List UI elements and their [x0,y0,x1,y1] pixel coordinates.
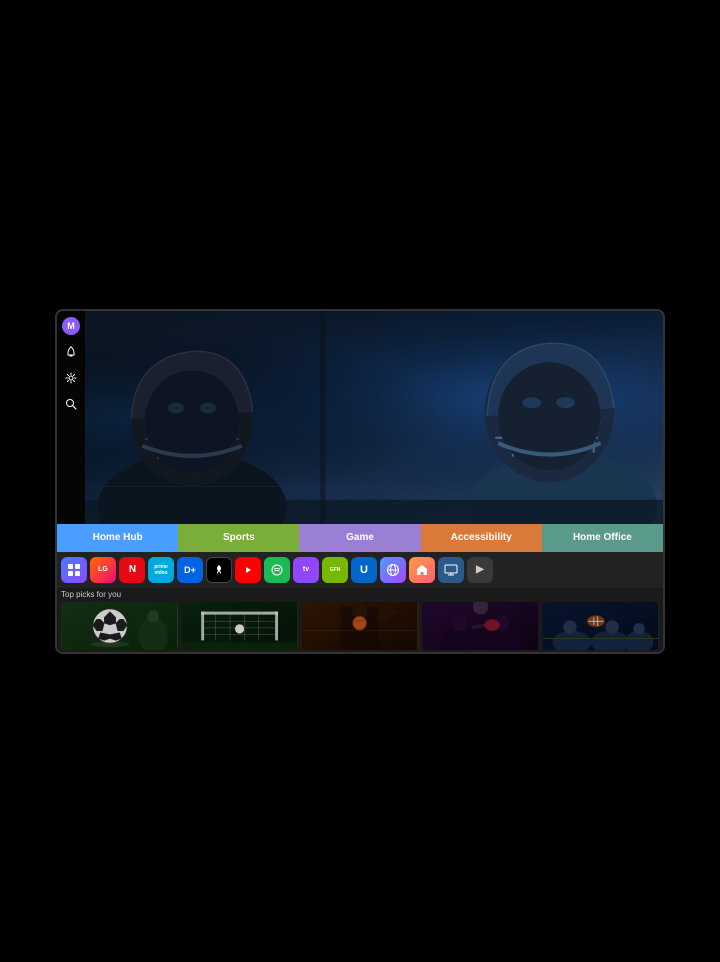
sidebar: M [57,311,85,524]
avatar[interactable]: M [62,317,80,335]
app-all-apps[interactable] [61,557,87,583]
app-lg-channels[interactable]: LG [90,557,116,583]
app-spotify[interactable] [264,557,290,583]
tab-game[interactable]: Game [299,524,420,552]
apps-row: LG N primevideo D+ [57,552,663,588]
pick-item-3[interactable] [301,602,418,650]
pick-item-1[interactable] [61,602,178,650]
app-disney-plus[interactable]: D+ [177,557,203,583]
picks-row [61,602,659,650]
pick-item-4[interactable] [422,602,539,650]
app-apple-tv[interactable] [206,557,232,583]
app-twitch[interactable]: tv [293,557,319,583]
tab-accessibility[interactable]: Accessibility [421,524,542,552]
app-web-browser[interactable] [380,557,406,583]
app-geforce-now[interactable]: GFN [322,557,348,583]
bell-icon[interactable] [62,343,80,361]
app-netflix[interactable]: N [119,557,145,583]
settings-icon[interactable] [62,369,80,387]
app-youtube[interactable] [235,557,261,583]
tab-home-office[interactable]: Home Office [542,524,663,552]
picks-section: Top picks for you [57,588,663,652]
search-icon[interactable] [62,395,80,413]
app-u-next[interactable]: U [351,557,377,583]
tv-screen: M [55,309,665,654]
app-more[interactable]: ▶ [467,557,493,583]
nav-tabs: Home Hub Sports Game Accessibility Home … [57,524,663,552]
picks-label: Top picks for you [61,590,659,599]
pick-item-5[interactable] [542,602,659,650]
hero-banner [85,311,663,524]
tab-sports[interactable]: Sports [178,524,299,552]
pick-item-2[interactable] [181,602,298,650]
tab-home-hub[interactable]: Home Hub [57,524,178,552]
app-smart-home[interactable] [409,557,435,583]
app-screen-share[interactable] [438,557,464,583]
app-prime-video[interactable]: primevideo [148,557,174,583]
